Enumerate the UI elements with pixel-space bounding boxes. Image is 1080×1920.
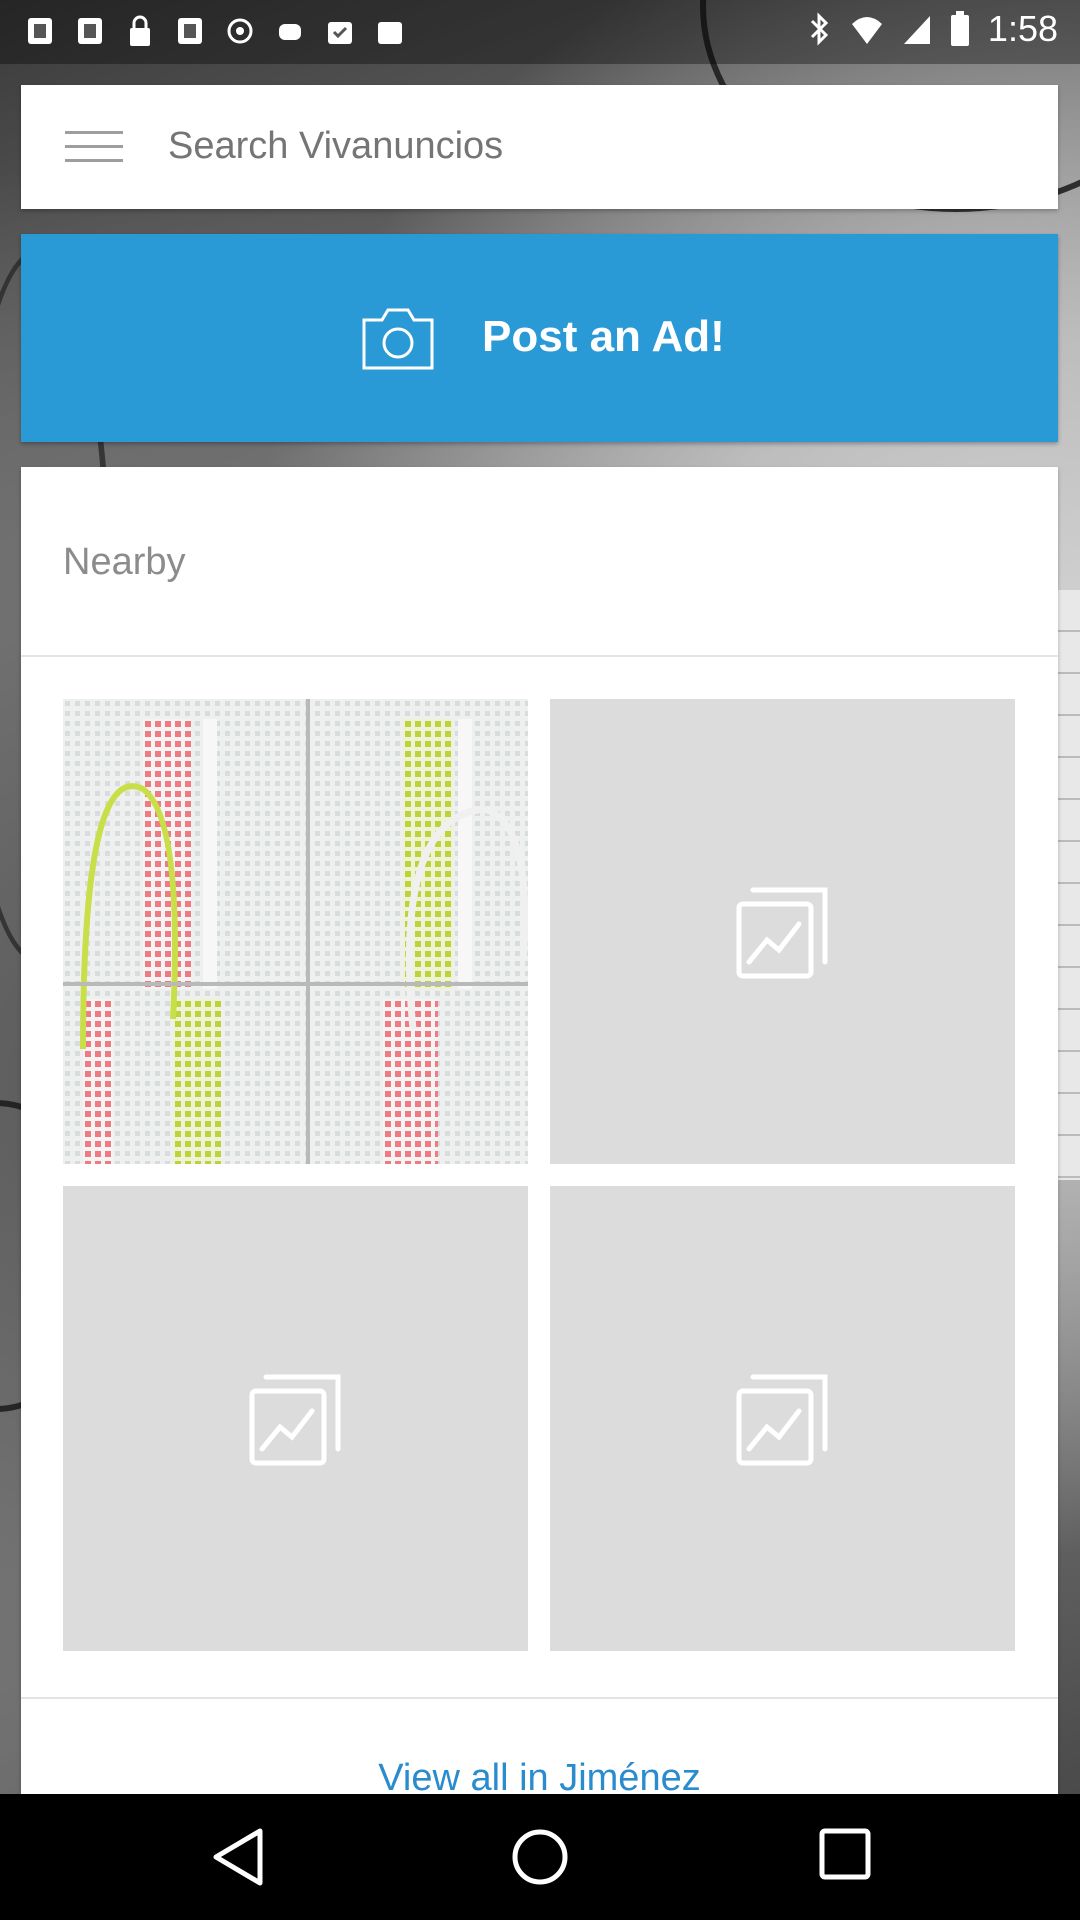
image-placeholder-icon <box>736 887 828 979</box>
bluetooth-icon <box>810 12 829 46</box>
navigation-bar <box>0 1794 1080 1920</box>
signal-icon <box>903 16 930 44</box>
wifi-icon <box>851 17 882 44</box>
search-input[interactable]: Search Vivanuncios <box>168 125 503 168</box>
post-ad-label: Post an Ad! <box>482 312 725 361</box>
lock-icon <box>130 15 150 46</box>
post-ad-button[interactable]: Post an Ad! <box>21 234 1058 442</box>
divider <box>21 1697 1058 1699</box>
back-icon[interactable] <box>210 1827 266 1887</box>
check-bag-icon <box>328 22 352 44</box>
listing-thumbnail[interactable] <box>63 1186 528 1651</box>
divider <box>21 655 1058 657</box>
notification-icon <box>178 18 202 44</box>
image-placeholder-icon <box>249 1374 341 1466</box>
status-time: 1:58 <box>987 8 1058 49</box>
bag-icon <box>378 22 402 44</box>
listing-thumbnail[interactable] <box>63 699 528 1164</box>
listing-thumbnail[interactable] <box>550 699 1015 1164</box>
nearby-section: Nearby View all in Jiménez <box>21 467 1058 1799</box>
sync-icon <box>227 18 253 44</box>
home-icon[interactable] <box>510 1827 570 1887</box>
status-bar: 1:58 <box>0 0 1080 64</box>
notification-icon <box>28 18 52 44</box>
nearby-title: Nearby <box>63 541 186 583</box>
notification-icon <box>78 18 102 44</box>
listing-thumbnail[interactable] <box>550 1186 1015 1651</box>
search-bar[interactable]: Search Vivanuncios <box>21 85 1058 209</box>
android-icon <box>279 24 301 40</box>
menu-icon[interactable] <box>65 131 123 165</box>
image-placeholder-icon <box>736 1374 828 1466</box>
recents-icon[interactable] <box>818 1827 872 1881</box>
battery-icon <box>950 11 969 46</box>
camera-icon <box>362 308 434 370</box>
